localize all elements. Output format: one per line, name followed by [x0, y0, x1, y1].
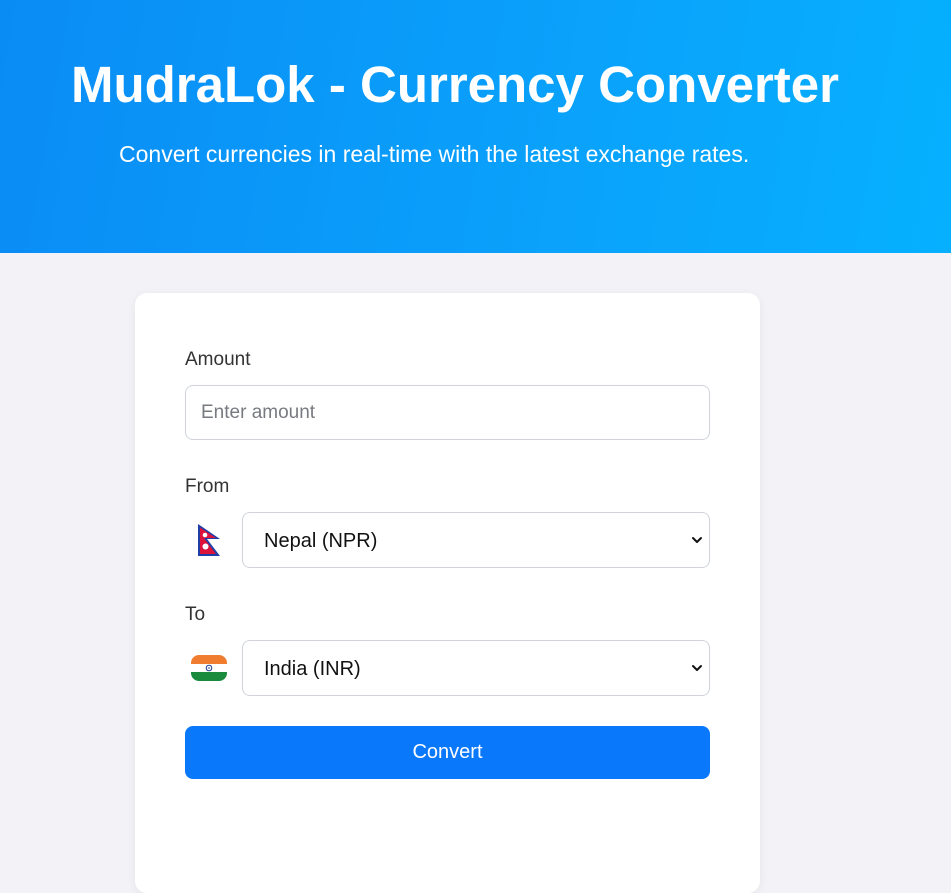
to-label: To [185, 604, 206, 625]
amount-input[interactable] [185, 385, 710, 440]
from-currency-select[interactable]: Nepal (NPR) [242, 512, 710, 568]
header-banner: MudraLok - Currency Converter Convert cu… [0, 0, 951, 253]
chevron-down-icon [692, 537, 702, 543]
india-flag-icon [191, 655, 227, 681]
to-currency-value: India (INR) [264, 658, 361, 680]
to-currency-select[interactable]: India (INR) [242, 640, 710, 696]
nepal-flag-icon [198, 524, 220, 556]
converter-card: Amount From Nepal (NPR) To India (INR) [135, 293, 760, 893]
page-title: MudraLok - Currency Converter [71, 56, 839, 113]
from-label: From [185, 476, 230, 497]
page-subtitle: Convert currencies in real-time with the… [119, 141, 750, 167]
amount-label: Amount [185, 349, 251, 370]
from-currency-value: Nepal (NPR) [264, 530, 378, 552]
chevron-down-icon [692, 665, 702, 671]
convert-button[interactable]: Convert [185, 726, 710, 779]
